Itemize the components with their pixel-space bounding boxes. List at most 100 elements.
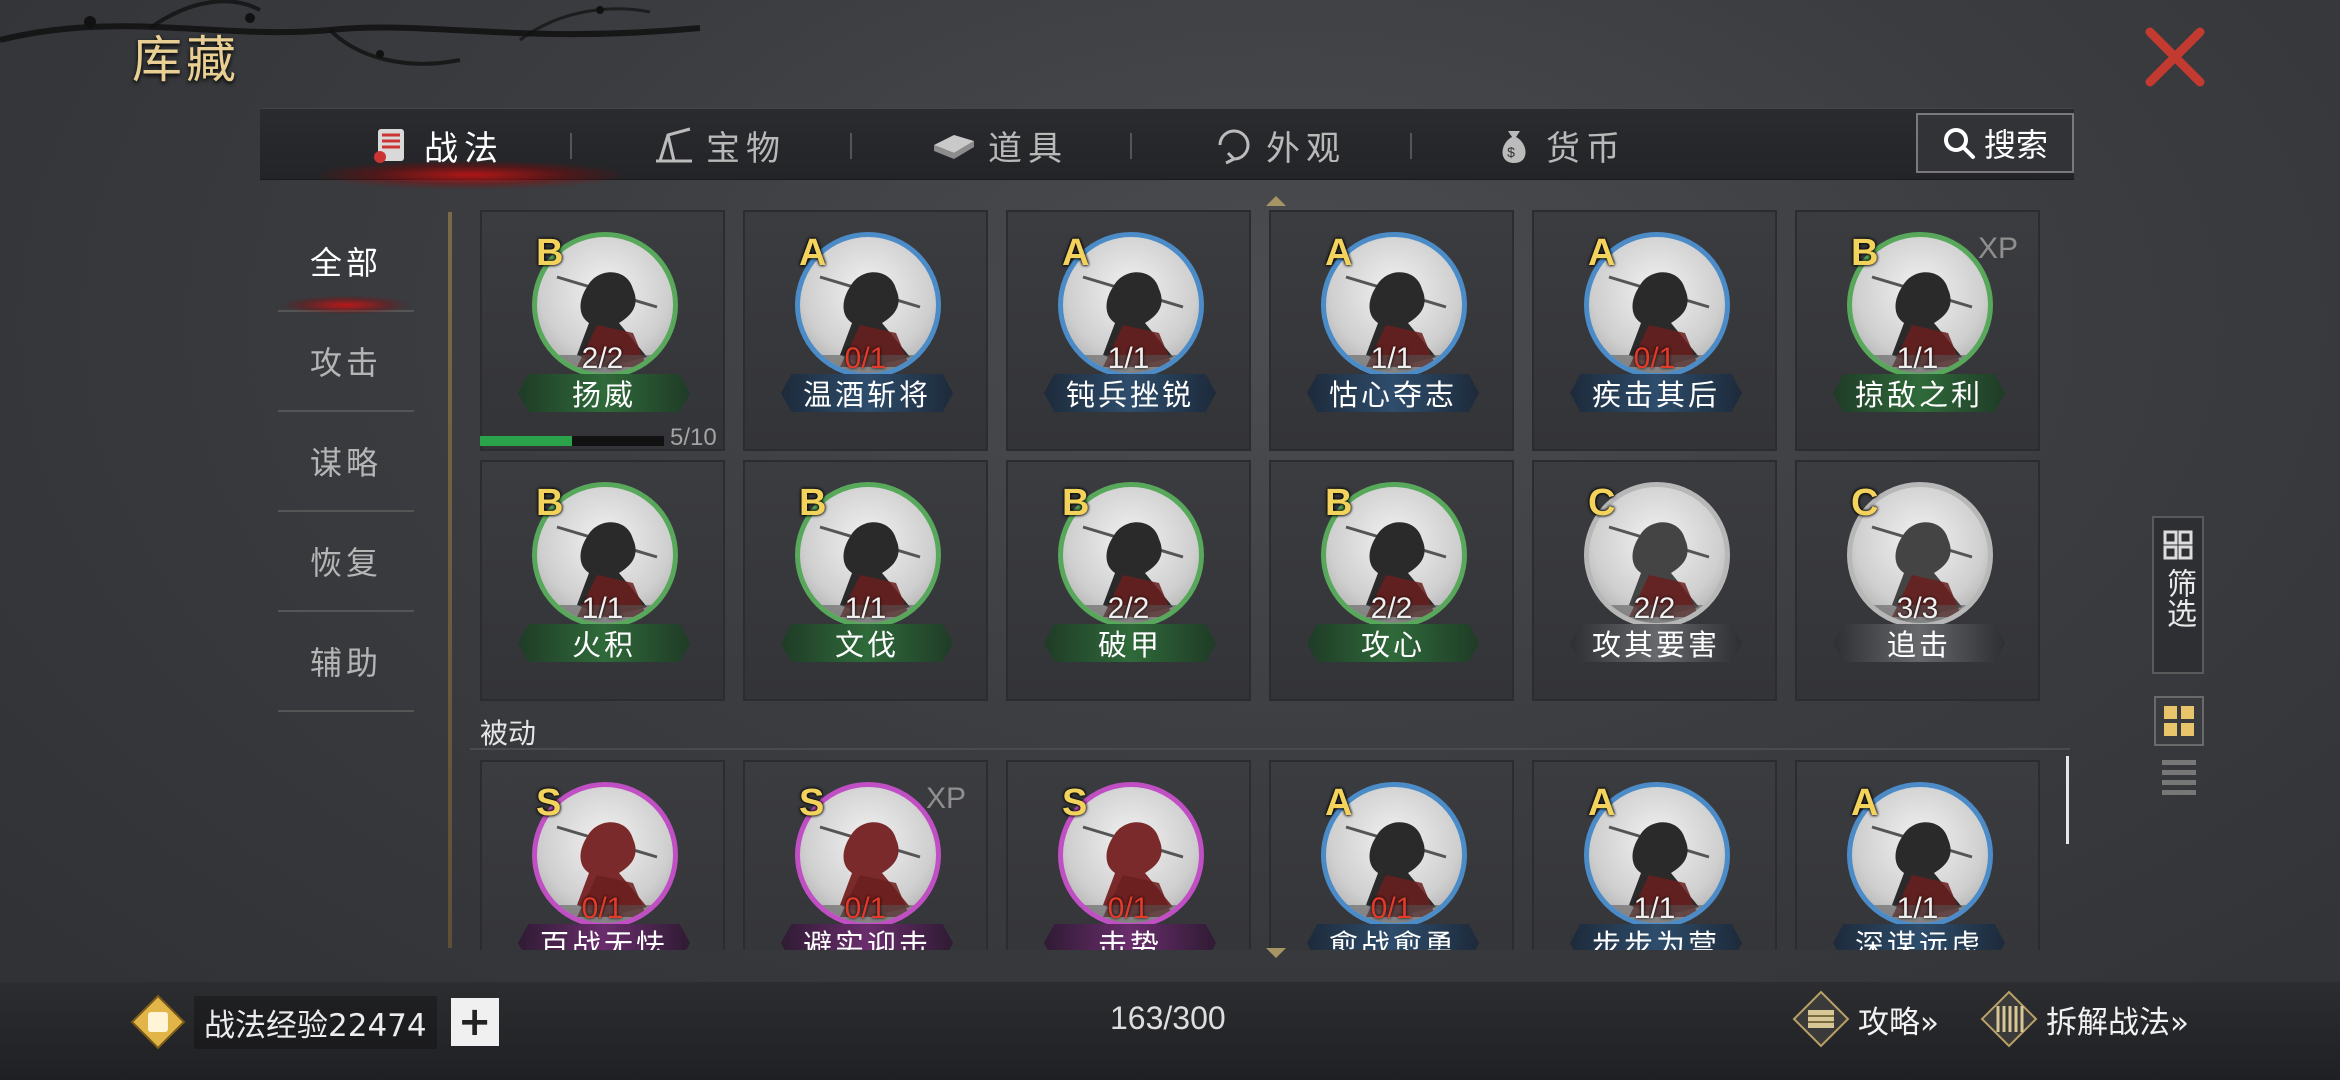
section-divider	[470, 748, 2070, 750]
skill-count: 2/2	[1633, 592, 1676, 625]
skill-exp-label: 战法经验22474	[194, 995, 437, 1049]
dismantle-skill-button[interactable]: 拆解战法»	[1980, 990, 2189, 1048]
search-button[interactable]: 搜索	[1916, 113, 2074, 173]
skill-count: 3/3	[1896, 592, 1939, 625]
skill-name: 扬威	[518, 374, 690, 412]
skill-name: 击势	[1044, 924, 1216, 950]
skill-card[interactable]: B XP 1/1 掠敌之利	[1795, 210, 2040, 451]
skill-name: 掠敌之利	[1833, 374, 2005, 412]
skill-progress-text: 5/10	[670, 424, 717, 451]
grid-view-icon	[2164, 706, 2194, 736]
tab-label: 道具	[988, 128, 1068, 169]
book-icon	[1792, 990, 1850, 1048]
strategy-guide-label: 攻略»	[1858, 1004, 1939, 1041]
skill-count: 1/1	[844, 592, 887, 625]
tab-label: 货币	[1546, 128, 1626, 169]
skill-name: 温酒斩将	[781, 374, 953, 412]
tab-skills[interactable]: 战法	[370, 109, 504, 181]
skill-card[interactable]: C 3/3 追击	[1795, 460, 2040, 701]
skill-card[interactable]: A 0/1 愈战愈勇	[1269, 760, 1514, 950]
skill-count: 1/1	[1633, 892, 1676, 925]
skill-rank: A	[799, 232, 827, 274]
skill-name: 百战无怯	[518, 924, 690, 950]
skill-count-total: 163/300	[1110, 1000, 1226, 1036]
category-label: 恢复	[309, 544, 382, 582]
category-label: 攻击	[309, 344, 382, 382]
tab-bar: 战法 宝物 道具 外观 $ 货币	[260, 108, 2074, 189]
passive-section-label: 被动	[480, 717, 537, 750]
tab-divider	[1130, 133, 1132, 159]
dismantle-icon	[1980, 990, 2038, 1048]
skill-rank: S	[799, 782, 825, 824]
scroll-down-arrow-icon	[1266, 948, 1286, 958]
skill-card[interactable]: B 2/2 攻心	[1269, 460, 1514, 701]
category-label: 辅助	[309, 644, 382, 682]
skill-count: 1/1	[581, 592, 624, 625]
tab-treasures[interactable]: 宝物	[652, 109, 786, 181]
skill-card[interactable]: A 0/1 疾击其后	[1532, 210, 1777, 451]
skill-rank: A	[1588, 782, 1616, 824]
search-label: 搜索	[1983, 126, 2048, 164]
skill-count: 1/1	[1370, 342, 1413, 375]
skill-name: 怙心夺志	[1307, 374, 1479, 412]
add-exp-button[interactable]: +	[450, 998, 499, 1046]
skill-card[interactable]: B 1/1 文伐	[743, 460, 988, 701]
skill-card[interactable]: A 0/1 温酒斩将	[743, 210, 988, 451]
skill-rank: B	[536, 482, 564, 524]
strategy-guide-button[interactable]: 攻略»	[1792, 990, 1939, 1048]
skill-rank: C	[1851, 482, 1879, 524]
scrollbar[interactable]	[2066, 756, 2069, 844]
svg-text:$: $	[1507, 144, 1521, 160]
category-list: 全部 攻击 谋略 恢复 辅助	[278, 212, 414, 712]
skill-card[interactable]: S 0/1 百战无怯	[480, 760, 725, 950]
skill-name: 步步为营	[1570, 924, 1742, 950]
skill-count: 2/2	[1370, 592, 1413, 625]
skill-card[interactable]: A 1/1 钝兵挫锐	[1006, 210, 1251, 451]
skill-rank: S	[536, 782, 562, 824]
skill-card[interactable]: B 2/2 破甲	[1006, 460, 1251, 701]
xp-badge: XP	[1977, 232, 2018, 265]
skill-card[interactable]: A 1/1 怙心夺志	[1269, 210, 1514, 451]
skill-rank: A	[1325, 782, 1353, 824]
item-icon	[934, 135, 974, 159]
skill-card[interactable]: A 1/1 深谋远虑	[1795, 760, 2040, 950]
grid-view-button[interactable]	[2154, 696, 2204, 746]
skill-card[interactable]: B 2/2 扬威	[480, 210, 725, 451]
skill-count: 0/1	[1633, 342, 1676, 375]
close-icon[interactable]	[2140, 22, 2210, 92]
skill-rank: S	[1062, 782, 1088, 824]
money-bag-icon: $	[1502, 131, 1526, 163]
tab-items[interactable]: 道具	[930, 109, 1068, 181]
skill-name: 追击	[1833, 624, 2005, 662]
skill-rank: A	[1325, 232, 1353, 274]
list-view-icon[interactable]	[2160, 756, 2198, 796]
filter-grid-icon	[2163, 530, 2193, 560]
tab-currency[interactable]: $ 货币	[1492, 109, 1626, 181]
category-recovery[interactable]: 恢复	[278, 512, 414, 612]
skill-card[interactable]: C 2/2 攻其要害	[1532, 460, 1777, 701]
tab-appearance[interactable]: 外观	[1212, 109, 1346, 181]
skill-rank: A	[1588, 232, 1616, 274]
skill-count: 2/2	[1107, 592, 1150, 625]
xp-badge: XP	[925, 782, 966, 815]
skill-card[interactable]: S XP 0/1 避实迎击	[743, 760, 988, 950]
filter-button[interactable]: 筛选	[2152, 516, 2204, 674]
skill-card[interactable]: S 0/1 击势	[1006, 760, 1251, 950]
skill-rank: C	[1588, 482, 1616, 524]
window-title: 库藏	[132, 31, 240, 89]
skill-card[interactable]: A 1/1 步步为营	[1532, 760, 1777, 950]
skill-card[interactable]: B 1/1 火积	[480, 460, 725, 701]
skill-progress-fill	[480, 436, 572, 446]
category-all[interactable]: 全部	[278, 212, 414, 314]
dismantle-skill-label: 拆解战法»	[2046, 1004, 2189, 1041]
category-strategy[interactable]: 谋略	[278, 412, 414, 512]
skill-progress-bar	[480, 436, 664, 446]
tab-label: 战法	[424, 128, 504, 169]
category-attack[interactable]: 攻击	[278, 312, 414, 412]
tab-label: 外观	[1266, 128, 1346, 169]
tab-divider	[1410, 133, 1412, 159]
category-support[interactable]: 辅助	[278, 612, 414, 712]
skill-rank: B	[1062, 482, 1090, 524]
ink-branch-decoration	[0, 0, 701, 66]
skill-name: 攻心	[1307, 624, 1479, 662]
